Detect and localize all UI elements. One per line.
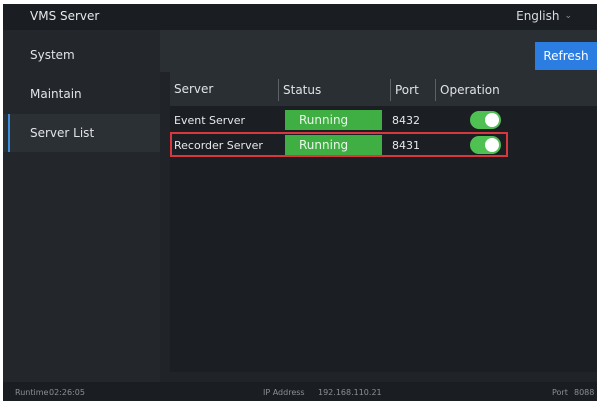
- status-badge: Running: [285, 110, 382, 130]
- table-row[interactable]: Recorder Server Running 8431: [170, 133, 597, 157]
- table-row[interactable]: Event Server Running 8432: [170, 108, 597, 132]
- title-bar: VMS Server English ⌄: [3, 4, 597, 30]
- app-title: VMS Server: [30, 9, 100, 23]
- status-badge: Running: [285, 135, 382, 155]
- toggle-knob: [485, 113, 499, 127]
- language-label: English: [516, 9, 560, 23]
- sidebar-item-label: System: [30, 48, 75, 62]
- column-header-port: Port: [390, 79, 419, 101]
- port-number: 8088: [574, 388, 595, 397]
- port-label: Port: [552, 388, 568, 397]
- main-panel: Refresh Server Status Port Operation Eve…: [160, 30, 597, 382]
- server-name: Recorder Server: [174, 138, 263, 152]
- column-header-operation: Operation: [435, 79, 500, 101]
- chevron-down-icon: ⌄: [564, 11, 572, 21]
- runtime-label: Runtime: [15, 388, 49, 397]
- column-header-server: Server: [174, 82, 214, 96]
- column-header-status: Status: [278, 79, 321, 101]
- server-table: Server Status Port Operation Event Serve…: [170, 72, 597, 372]
- toggle-knob: [485, 138, 499, 152]
- port-value: 8431: [392, 138, 420, 152]
- language-selector[interactable]: English ⌄: [516, 9, 572, 23]
- sidebar-item-label: Server List: [30, 126, 95, 140]
- vms-server-window: VMS Server English ⌄ System Maintain Ser…: [3, 4, 597, 401]
- operation-toggle[interactable]: [470, 136, 501, 154]
- sidebar-item-label: Maintain: [30, 87, 82, 101]
- table-header: Server Status Port Operation: [170, 72, 597, 106]
- sidebar-item-server-list[interactable]: Server List: [3, 114, 160, 152]
- refresh-button[interactable]: Refresh: [535, 42, 597, 70]
- runtime-value: 02:26:05: [49, 388, 85, 397]
- status-bar: Runtime 02:26:05 IP Address 192.168.110.…: [3, 382, 597, 401]
- ip-address-value: 192.168.110.21: [318, 388, 382, 397]
- sidebar-item-maintain[interactable]: Maintain: [3, 75, 160, 113]
- sidebar: System Maintain Server List: [3, 30, 160, 382]
- operation-toggle[interactable]: [470, 111, 501, 129]
- sidebar-item-system[interactable]: System: [3, 36, 160, 74]
- port-value: 8432: [392, 113, 420, 127]
- ip-address-label: IP Address: [263, 388, 305, 397]
- server-name: Event Server: [174, 113, 246, 127]
- toolbar: Refresh: [160, 30, 597, 72]
